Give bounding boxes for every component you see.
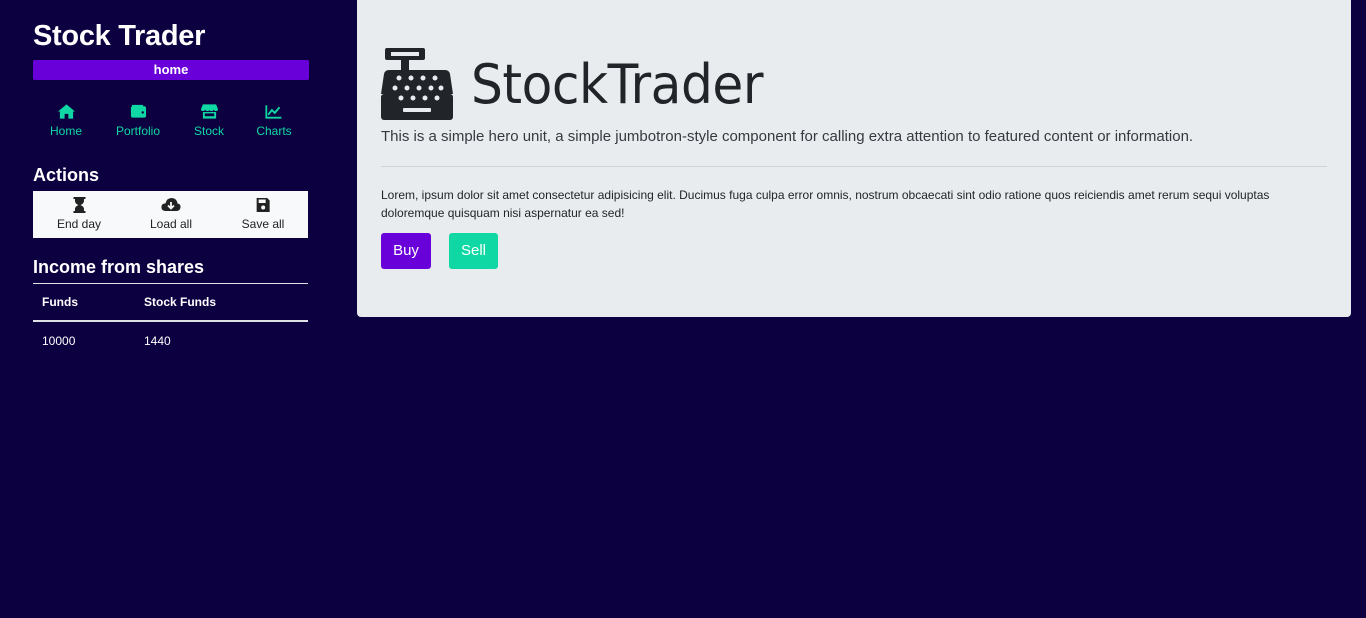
nav-stock-label: Stock	[193, 124, 225, 138]
column-header-stock-funds: Stock Funds	[135, 283, 308, 322]
buy-button[interactable]: Buy	[381, 233, 431, 269]
chart-line-icon	[265, 105, 282, 119]
nav-home-label: Home	[49, 124, 83, 138]
nav-portfolio[interactable]: Portfolio	[116, 104, 160, 140]
main-nav: Home Portfolio Stock Charts	[33, 104, 309, 144]
hero-jumbotron: StockTrader This is a simple hero unit, …	[357, 0, 1351, 317]
actions-title: Actions	[33, 165, 100, 185]
income-title: Income from shares	[33, 257, 205, 277]
nav-stock[interactable]: Stock	[194, 104, 224, 140]
end-day-button[interactable]: End day	[57, 197, 101, 231]
hero-text: Lorem, ipsum dolor sit amet consectetur …	[381, 188, 1270, 220]
app-title: Stock Trader	[33, 20, 206, 52]
save-icon	[256, 198, 270, 212]
hero-divider	[381, 166, 1327, 167]
save-all-button[interactable]: Save all	[241, 197, 285, 231]
cash-register-icon	[381, 48, 453, 120]
load-all-label: Load all	[149, 217, 193, 231]
cloud-download-icon	[161, 198, 181, 211]
hourglass-icon	[72, 197, 85, 213]
end-day-label: End day	[56, 217, 102, 231]
hero-heading: StockTrader	[381, 48, 785, 120]
store-icon	[200, 104, 218, 119]
hero-lead: This is a simple hero unit, a simple jum…	[381, 128, 1194, 145]
column-header-funds: Funds	[33, 283, 135, 322]
nav-charts[interactable]: Charts	[256, 104, 292, 140]
income-table: Funds Stock Funds 10000 1440	[33, 283, 308, 361]
table-header-row: Funds Stock Funds	[33, 283, 308, 322]
home-icon	[57, 104, 75, 119]
wallet-icon	[130, 104, 146, 118]
hero-title: StockTrader	[471, 52, 764, 116]
nav-charts-label: Charts	[256, 124, 292, 138]
sell-button[interactable]: Sell	[449, 233, 498, 269]
nav-portfolio-label: Portfolio	[115, 124, 161, 138]
stock-funds-value: 1440	[144, 334, 171, 348]
actions-panel: End day Load all Save all	[33, 191, 308, 238]
load-all-button[interactable]: Load all	[150, 197, 192, 231]
table-row: 10000 1440	[33, 321, 308, 361]
route-badge: home	[33, 60, 309, 80]
nav-home[interactable]: Home	[50, 104, 82, 140]
save-all-label: Save all	[241, 217, 285, 231]
funds-value: 10000	[42, 334, 76, 348]
